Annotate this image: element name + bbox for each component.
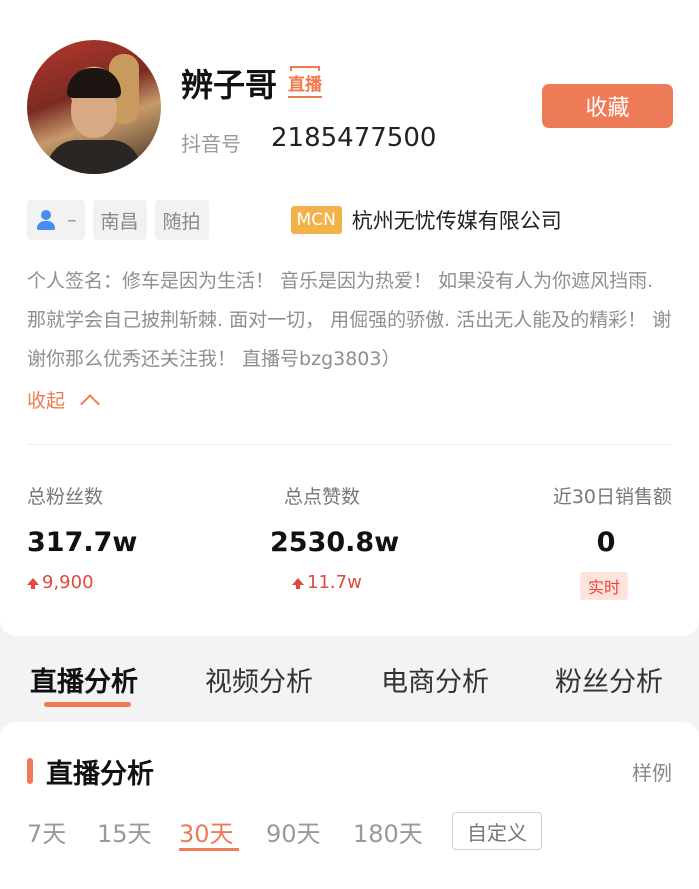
stat-likes-value: 2530.8w bbox=[270, 527, 400, 558]
stat-fans-delta: 9,900 bbox=[27, 572, 137, 593]
divider bbox=[27, 444, 672, 445]
stat-likes-label: 总点赞数 bbox=[284, 486, 361, 508]
tab-live-analysis[interactable]: 直播分析 bbox=[30, 660, 138, 699]
stat-fans: 总粉丝数 317.7w 9,900 bbox=[27, 482, 137, 593]
sample-link[interactable]: 样例 bbox=[632, 757, 672, 786]
range-30d[interactable]: 30天 bbox=[179, 814, 234, 849]
mcn-badge: MCN bbox=[290, 206, 342, 234]
category-tag: 随拍 bbox=[154, 200, 209, 240]
range-180d[interactable]: 180天 bbox=[353, 814, 423, 849]
stat-fans-value: 317.7w bbox=[27, 527, 138, 558]
stat-fans-delta-value: 9,900 bbox=[42, 572, 94, 593]
stat-fans-label: 总粉丝数 bbox=[27, 486, 104, 508]
realtime-badge: 实时 bbox=[579, 572, 628, 600]
gender-value: – bbox=[67, 209, 77, 231]
stat-likes-delta: 11.7w bbox=[292, 572, 399, 593]
range-15d[interactable]: 15天 bbox=[97, 814, 152, 849]
section-title: 直播分析 bbox=[46, 759, 154, 790]
stat-likes: 总点赞数 2530.8w 11.7w bbox=[270, 482, 399, 593]
range-7d[interactable]: 7天 bbox=[27, 814, 66, 849]
section-accent-bar bbox=[27, 758, 33, 784]
nickname: 辨子哥 bbox=[181, 66, 278, 104]
range-90d[interactable]: 90天 bbox=[266, 814, 321, 849]
live-tag[interactable]: 直播 bbox=[288, 66, 322, 98]
analysis-card bbox=[0, 722, 699, 889]
tab-fans-analysis[interactable]: 粉丝分析 bbox=[555, 660, 663, 699]
avatar-body bbox=[47, 140, 141, 174]
douyin-id-value: 2185477500 bbox=[271, 123, 437, 153]
arrow-up-icon bbox=[27, 578, 39, 589]
stat-likes-delta-value: 11.7w bbox=[307, 572, 362, 593]
profile-tags: – 南昌 随拍 MCN 杭州无忧传媒有限公司 bbox=[27, 200, 562, 240]
tab-active-indicator bbox=[44, 702, 131, 707]
collapse-toggle[interactable]: 收起 bbox=[27, 386, 100, 414]
custom-range-button[interactable]: 自定义 bbox=[452, 812, 542, 850]
stat-sales-label: 近30日销售额 bbox=[552, 486, 672, 508]
arrow-up-icon bbox=[292, 578, 304, 589]
collapse-label: 收起 bbox=[27, 390, 66, 412]
gender-tag: – bbox=[27, 200, 85, 240]
stat-sales-value: 0 bbox=[596, 527, 616, 558]
stat-sales: 近30日销售额 0 实时 bbox=[553, 482, 672, 600]
bio-text: 个人签名：修车是因为生活！ 音乐是因为热爱！ 如果没有人为你遮风挡雨. 那就学会… bbox=[27, 270, 672, 370]
tab-video-analysis[interactable]: 视频分析 bbox=[205, 660, 313, 699]
user-icon bbox=[35, 209, 57, 231]
collect-button[interactable]: 收藏 bbox=[542, 84, 673, 128]
mcn-name[interactable]: 杭州无忧传媒有限公司 bbox=[352, 205, 562, 235]
range-active-indicator bbox=[179, 848, 239, 851]
chevron-up-icon bbox=[80, 393, 100, 414]
douyin-id-label: 抖音号 bbox=[181, 132, 241, 156]
avatar[interactable] bbox=[27, 40, 161, 174]
tab-ecommerce-analysis[interactable]: 电商分析 bbox=[381, 660, 489, 699]
city-tag: 南昌 bbox=[92, 200, 147, 240]
